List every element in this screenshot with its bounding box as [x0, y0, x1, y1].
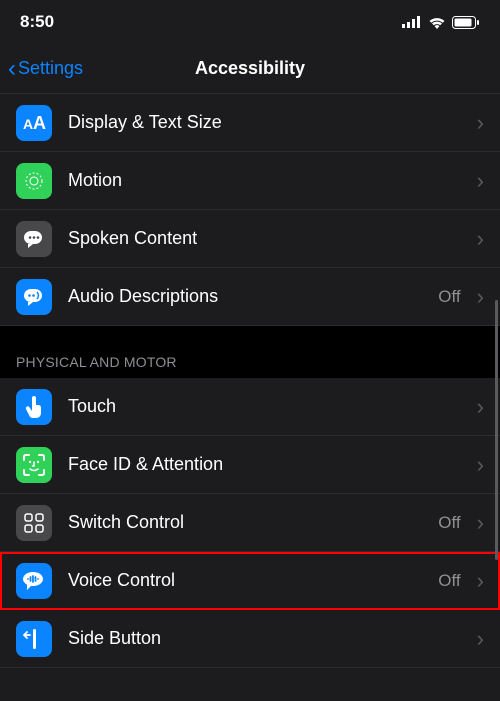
row-side-button[interactable]: Side Button ›	[0, 610, 500, 668]
row-label: Motion	[68, 170, 461, 191]
chevron-right-icon: ›	[477, 394, 484, 420]
battery-icon	[452, 16, 480, 29]
row-label: Switch Control	[68, 512, 422, 533]
spoken-content-icon	[16, 221, 52, 257]
svg-text:A: A	[33, 114, 46, 132]
chevron-right-icon: ›	[477, 110, 484, 136]
voice-control-icon	[16, 563, 52, 599]
audio-descriptions-icon	[16, 279, 52, 315]
row-label: Voice Control	[68, 570, 422, 591]
row-spoken-content[interactable]: Spoken Content ›	[0, 210, 500, 268]
status-time: 8:50	[20, 12, 54, 32]
chevron-right-icon: ›	[477, 626, 484, 652]
row-label: Audio Descriptions	[68, 286, 422, 307]
row-switch-control[interactable]: Switch Control Off ›	[0, 494, 500, 552]
row-value: Off	[438, 287, 460, 307]
wifi-icon	[428, 16, 446, 29]
motion-icon	[16, 163, 52, 199]
chevron-right-icon: ›	[477, 568, 484, 594]
status-indicators	[402, 16, 480, 29]
touch-icon	[16, 389, 52, 425]
face-id-icon	[16, 447, 52, 483]
settings-list: AA Display & Text Size › Motion › Spoken…	[0, 94, 500, 668]
status-bar: 8:50	[0, 0, 500, 44]
row-label: Face ID & Attention	[68, 454, 461, 475]
chevron-right-icon: ›	[477, 226, 484, 252]
back-label: Settings	[18, 58, 83, 79]
row-value: Off	[438, 571, 460, 591]
row-voice-control[interactable]: Voice Control Off ›	[0, 552, 500, 610]
row-face-id[interactable]: Face ID & Attention ›	[0, 436, 500, 494]
row-display-text-size[interactable]: AA Display & Text Size ›	[0, 94, 500, 152]
back-button[interactable]: ‹ Settings	[8, 57, 83, 81]
side-button-icon	[16, 621, 52, 657]
svg-text:A: A	[23, 116, 33, 132]
row-label: Touch	[68, 396, 461, 417]
chevron-left-icon: ‹	[8, 57, 16, 81]
row-label: Spoken Content	[68, 228, 461, 249]
chevron-right-icon: ›	[477, 452, 484, 478]
scrollbar[interactable]	[495, 300, 498, 560]
chevron-right-icon: ›	[477, 510, 484, 536]
chevron-right-icon: ›	[477, 284, 484, 310]
page-title: Accessibility	[195, 58, 305, 79]
cellular-icon	[402, 16, 422, 28]
row-value: Off	[438, 513, 460, 533]
row-label: Side Button	[68, 628, 461, 649]
chevron-right-icon: ›	[477, 168, 484, 194]
section-header-physical: Physical and Motor	[0, 332, 500, 378]
row-audio-descriptions[interactable]: Audio Descriptions Off ›	[0, 268, 500, 326]
row-motion[interactable]: Motion ›	[0, 152, 500, 210]
row-label: Display & Text Size	[68, 112, 461, 133]
text-size-icon: AA	[16, 105, 52, 141]
navigation-bar: ‹ Settings Accessibility	[0, 44, 500, 94]
switch-control-icon	[16, 505, 52, 541]
row-touch[interactable]: Touch ›	[0, 378, 500, 436]
